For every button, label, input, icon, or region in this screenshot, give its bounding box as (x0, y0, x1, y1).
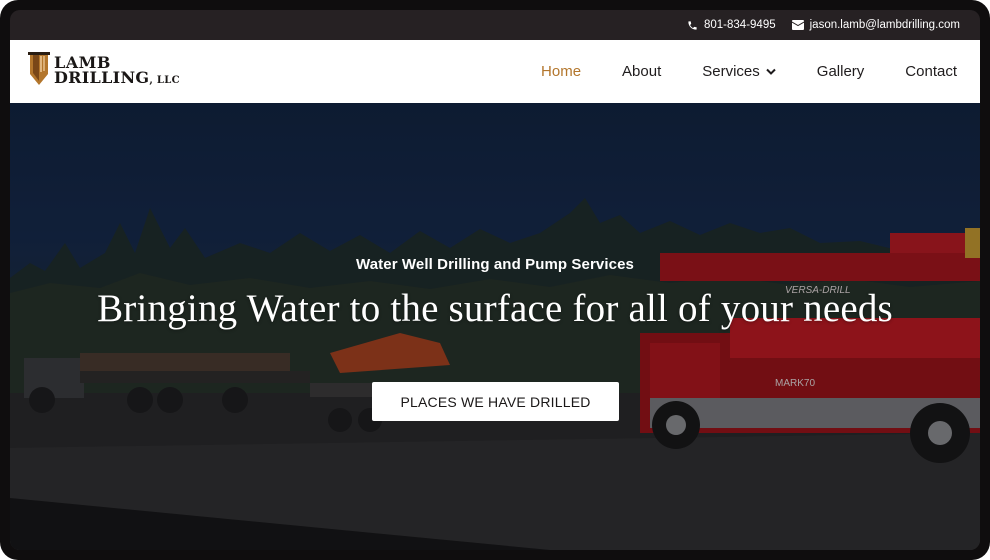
main-header: LAMB DRILLING, LLC Home About Services G… (10, 40, 980, 103)
hero-section: VERSA-DRILL MARK70 Water Well Drilling a… (10, 103, 980, 550)
nav-services[interactable]: Services (702, 63, 776, 80)
nav-about-label: About (622, 63, 662, 80)
places-drilled-button[interactable]: PLACES WE HAVE DRILLED (372, 382, 619, 421)
logo-suffix: , LLC (149, 75, 180, 86)
nav-gallery-label: Gallery (816, 63, 865, 80)
nav-contact-label: Contact (905, 63, 957, 80)
nav-home-label: Home (541, 63, 582, 80)
browser-viewport: 801-834-9495 jason.lamb@lambdrilling.com (10, 10, 980, 550)
nav-gallery[interactable]: Gallery (817, 63, 865, 80)
email-address: jason.lamb@lambdrilling.com (809, 19, 960, 31)
envelope-icon (791, 20, 804, 30)
contact-bar: 801-834-9495 jason.lamb@lambdrilling.com (10, 10, 980, 40)
nav-services-label: Services (702, 63, 760, 80)
nav-contact[interactable]: Contact (905, 63, 957, 80)
email-link[interactable]: jason.lamb@lambdrilling.com (791, 19, 960, 31)
drill-bit-logo-icon (28, 52, 50, 91)
site-logo[interactable]: LAMB DRILLING, LLC (28, 52, 180, 91)
phone-link[interactable]: 801-834-9495 (687, 19, 776, 31)
hero-headline: Bringing Water to the surface for all of… (97, 287, 893, 330)
logo-line-2: DRILLING (54, 68, 150, 87)
nav-home[interactable]: Home (541, 63, 581, 80)
hero-content: Water Well Drilling and Pump Services Br… (10, 103, 980, 550)
main-nav: Home About Services Gallery Contact (541, 63, 957, 80)
logo-wordmark: LAMB DRILLING, LLC (54, 55, 180, 88)
phone-number: 801-834-9495 (704, 19, 776, 31)
device-frame: 801-834-9495 jason.lamb@lambdrilling.com (0, 0, 990, 560)
nav-about[interactable]: About (622, 63, 661, 80)
phone-icon (687, 20, 698, 31)
chevron-down-icon (766, 63, 776, 80)
hero-subtitle: Water Well Drilling and Pump Services (356, 256, 634, 273)
